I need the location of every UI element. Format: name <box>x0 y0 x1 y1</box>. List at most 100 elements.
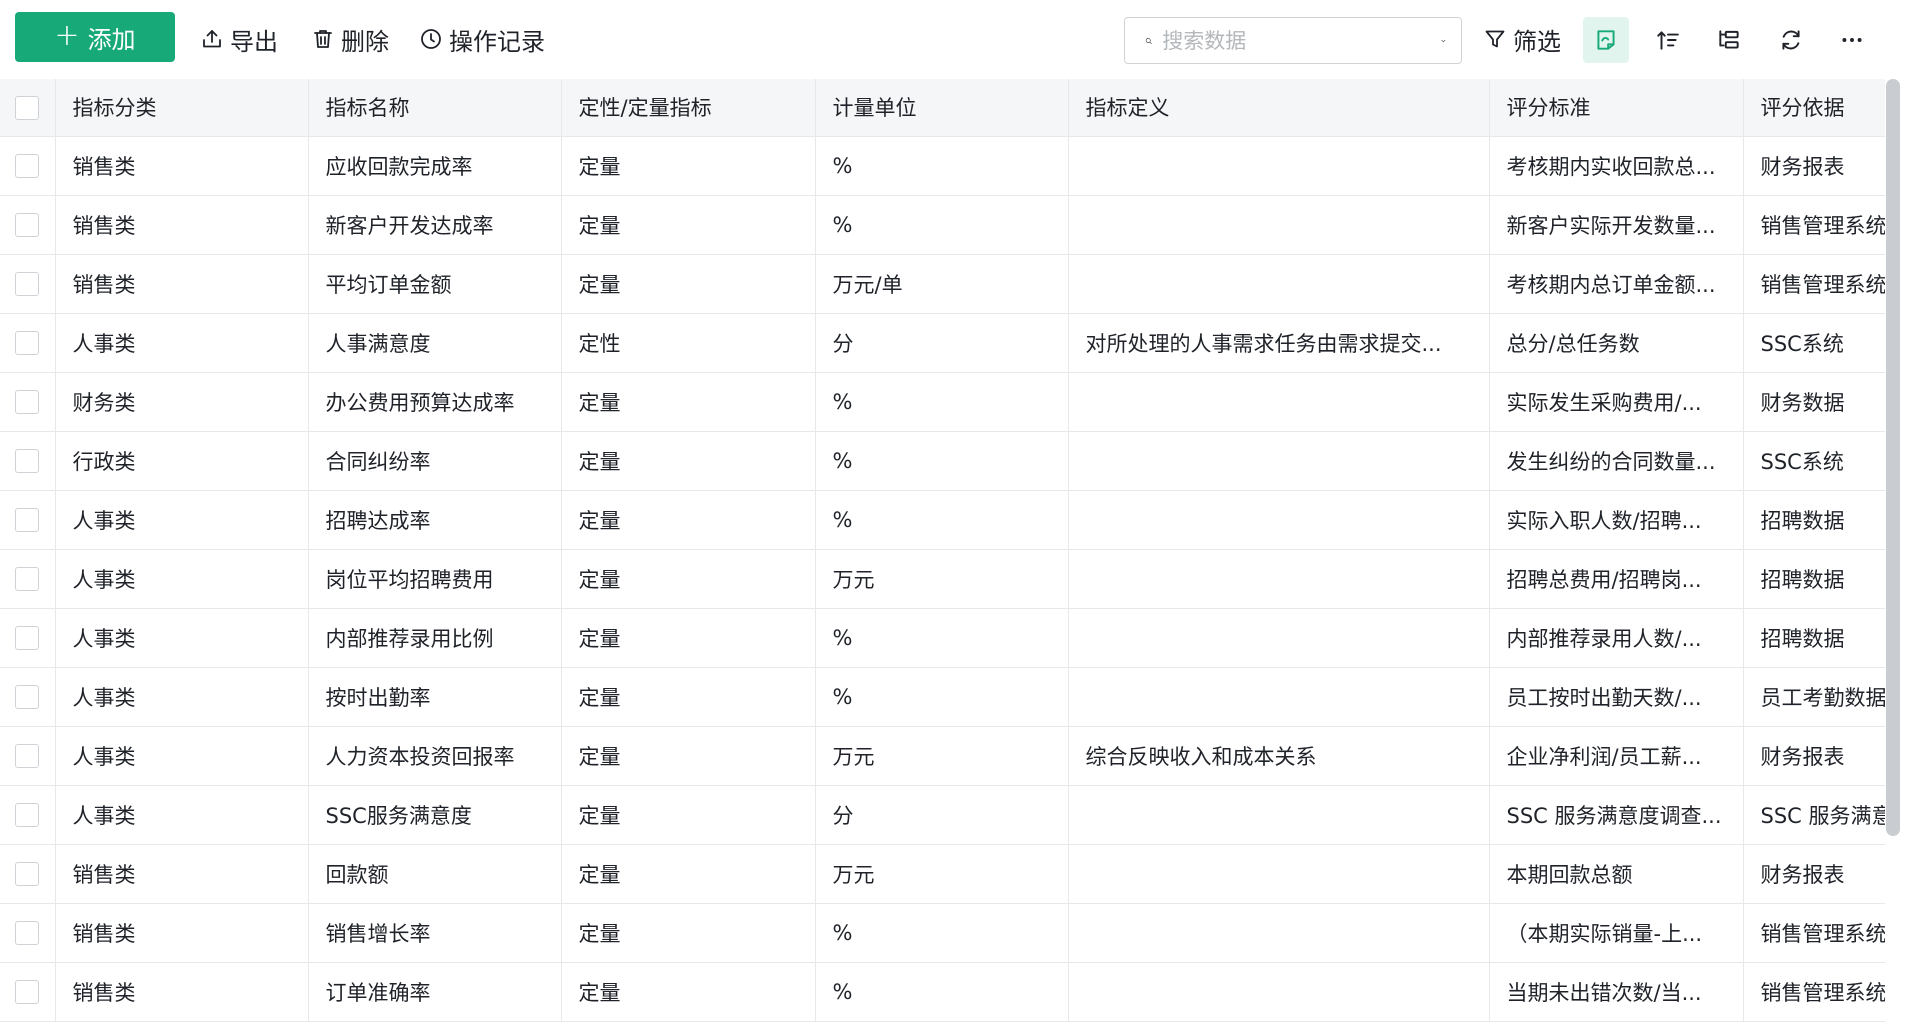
cell-definition[interactable] <box>1068 962 1490 1022</box>
cell-definition[interactable] <box>1068 372 1490 432</box>
search-input[interactable] <box>1162 28 1431 53</box>
filter-button[interactable]: 筛选 <box>1483 22 1561 56</box>
cell-standard[interactable]: 招聘总费用/招聘岗... <box>1489 549 1744 609</box>
chevron-down-icon[interactable] <box>1440 30 1447 52</box>
cell-name[interactable]: 招聘达成率 <box>308 490 562 550</box>
cell-standard[interactable]: 新客户实际开发数量... <box>1489 195 1744 255</box>
cell-unit[interactable]: 万元/单 <box>815 254 1069 314</box>
row-checkbox[interactable] <box>15 508 40 532</box>
cell-type[interactable]: 定量 <box>561 962 816 1022</box>
cell-unit[interactable]: 万元 <box>815 726 1069 786</box>
vertical-scrollbar[interactable] <box>1886 79 1900 836</box>
cell-category[interactable]: 人事类 <box>55 726 309 786</box>
cell-basis[interactable]: SSC系统 <box>1743 313 1885 373</box>
column-header[interactable]: 指标定义 <box>1068 79 1490 137</box>
column-header[interactable]: 定性/定量指标 <box>561 79 816 137</box>
cell-name[interactable]: 订单准确率 <box>308 962 562 1022</box>
column-header[interactable]: 评分依据 <box>1743 79 1885 137</box>
table-row[interactable]: 人事类 岗位平均招聘费用 定量 万元 招聘总费用/招聘岗... 招聘数据 <box>0 549 1885 609</box>
cell-category[interactable]: 销售类 <box>55 962 309 1022</box>
table-row[interactable]: 财务类 办公费用预算达成率 定量% 实际发生采购费用/... 财务数据 <box>0 372 1885 432</box>
cell-standard[interactable]: 总分/总任务数 <box>1489 313 1744 373</box>
cell-basis[interactable]: 销售管理系统 <box>1743 962 1885 1022</box>
table-row[interactable]: 销售类 回款额 定量 万元 本期回款总额 财务报表 <box>0 844 1885 904</box>
cell-type[interactable]: 定量 <box>561 549 816 609</box>
cell-standard[interactable]: 企业净利润/员工薪... <box>1489 726 1744 786</box>
cell-unit[interactable]: % <box>815 372 1069 432</box>
cell-unit[interactable]: 万元 <box>815 549 1069 609</box>
cell-basis[interactable]: 财务数据 <box>1743 372 1885 432</box>
cell-name[interactable]: 平均订单金额 <box>308 254 562 314</box>
cell-definition[interactable]: 综合反映收入和成本关系 <box>1068 726 1490 786</box>
row-checkbox[interactable] <box>15 331 40 355</box>
cell-name[interactable]: 应收回款完成率 <box>308 136 562 196</box>
cell-standard[interactable]: 内部推荐录用人数/... <box>1489 608 1744 668</box>
cell-unit[interactable]: % <box>815 490 1069 550</box>
cell-basis[interactable]: 财务报表 <box>1743 726 1885 786</box>
cell-category[interactable]: 人事类 <box>55 785 309 845</box>
cell-category[interactable]: 行政类 <box>55 431 309 491</box>
cell-definition[interactable] <box>1068 785 1490 845</box>
row-checkbox[interactable] <box>15 626 40 650</box>
cell-type[interactable]: 定量 <box>561 254 816 314</box>
table-row[interactable]: 销售类 平均订单金额 定量 万元/单 考核期内总订单金额... 销售管理系统 <box>0 254 1885 314</box>
cell-type[interactable]: 定量 <box>561 667 816 727</box>
cell-name[interactable]: 岗位平均招聘费用 <box>308 549 562 609</box>
table-row[interactable]: 人事类 招聘达成率 定量% 实际入职人数/招聘... 招聘数据 <box>0 490 1885 550</box>
cell-category[interactable]: 人事类 <box>55 549 309 609</box>
cell-name[interactable]: 回款额 <box>308 844 562 904</box>
cell-definition[interactable] <box>1068 844 1490 904</box>
cell-standard[interactable]: 考核期内总订单金额... <box>1489 254 1744 314</box>
cell-definition[interactable] <box>1068 549 1490 609</box>
table-row[interactable]: 人事类 内部推荐录用比例 定量% 内部推荐录用人数/... 招聘数据 <box>0 608 1885 668</box>
cell-unit[interactable]: % <box>815 962 1069 1022</box>
column-header[interactable]: 指标分类 <box>55 79 309 137</box>
cell-category[interactable]: 人事类 <box>55 667 309 727</box>
cell-definition[interactable] <box>1068 195 1490 255</box>
card-view-button[interactable] <box>1583 17 1629 63</box>
group-button[interactable] <box>1706 17 1752 63</box>
cell-category[interactable]: 销售类 <box>55 136 309 196</box>
table-row[interactable]: 人事类 人力资本投资回报率 定量 万元 综合反映收入和成本关系 企业净利润/员工薪... 财… <box>0 726 1885 786</box>
cell-type[interactable]: 定量 <box>561 785 816 845</box>
cell-unit[interactable]: % <box>815 667 1069 727</box>
cell-category[interactable]: 财务类 <box>55 372 309 432</box>
export-button[interactable]: 导出 <box>200 22 278 56</box>
delete-button[interactable]: 删除 <box>311 22 389 56</box>
cell-standard[interactable]: SSC 服务满意度调查... <box>1489 785 1744 845</box>
row-checkbox[interactable] <box>15 213 40 237</box>
cell-name[interactable]: 销售增长率 <box>308 903 562 963</box>
cell-basis[interactable]: 财务报表 <box>1743 844 1885 904</box>
cell-basis[interactable]: 财务报表 <box>1743 136 1885 196</box>
cell-unit[interactable]: % <box>815 903 1069 963</box>
cell-standard[interactable]: （本期实际销量-上... <box>1489 903 1744 963</box>
cell-name[interactable]: 人力资本投资回报率 <box>308 726 562 786</box>
cell-type[interactable]: 定性 <box>561 313 816 373</box>
cell-type[interactable]: 定量 <box>561 431 816 491</box>
row-checkbox[interactable] <box>15 921 40 945</box>
cell-unit[interactable]: 分 <box>815 313 1069 373</box>
cell-type[interactable]: 定量 <box>561 903 816 963</box>
cell-standard[interactable]: 员工按时出勤天数/... <box>1489 667 1744 727</box>
refresh-button[interactable] <box>1768 17 1814 63</box>
table-row[interactable]: 人事类 人事满意度 定性分对所处理的人事需求任务由需求提交... 总分/总任务数 SSC… <box>0 313 1885 373</box>
cell-name[interactable]: 人事满意度 <box>308 313 562 373</box>
cell-basis[interactable]: SSC 服务满意度 <box>1743 785 1885 845</box>
cell-definition[interactable] <box>1068 254 1490 314</box>
cell-category[interactable]: 销售类 <box>55 903 309 963</box>
cell-standard[interactable]: 实际发生采购费用/... <box>1489 372 1744 432</box>
cell-type[interactable]: 定量 <box>561 490 816 550</box>
cell-name[interactable]: SSC服务满意度 <box>308 785 562 845</box>
table-row[interactable]: 销售类 应收回款完成率 定量% 考核期内实收回款总... 财务报表 <box>0 136 1885 196</box>
cell-type[interactable]: 定量 <box>561 608 816 668</box>
sort-button[interactable] <box>1645 17 1691 63</box>
column-header[interactable]: 评分标准 <box>1489 79 1744 137</box>
cell-definition[interactable]: 对所处理的人事需求任务由需求提交... <box>1068 313 1490 373</box>
cell-unit[interactable]: % <box>815 195 1069 255</box>
cell-unit[interactable]: 万元 <box>815 844 1069 904</box>
table-row[interactable]: 销售类 新客户开发达成率 定量% 新客户实际开发数量... 销售管理系统 <box>0 195 1885 255</box>
row-checkbox[interactable] <box>15 744 40 768</box>
cell-standard[interactable]: 发生纠纷的合同数量... <box>1489 431 1744 491</box>
cell-name[interactable]: 按时出勤率 <box>308 667 562 727</box>
row-checkbox[interactable] <box>15 862 40 886</box>
